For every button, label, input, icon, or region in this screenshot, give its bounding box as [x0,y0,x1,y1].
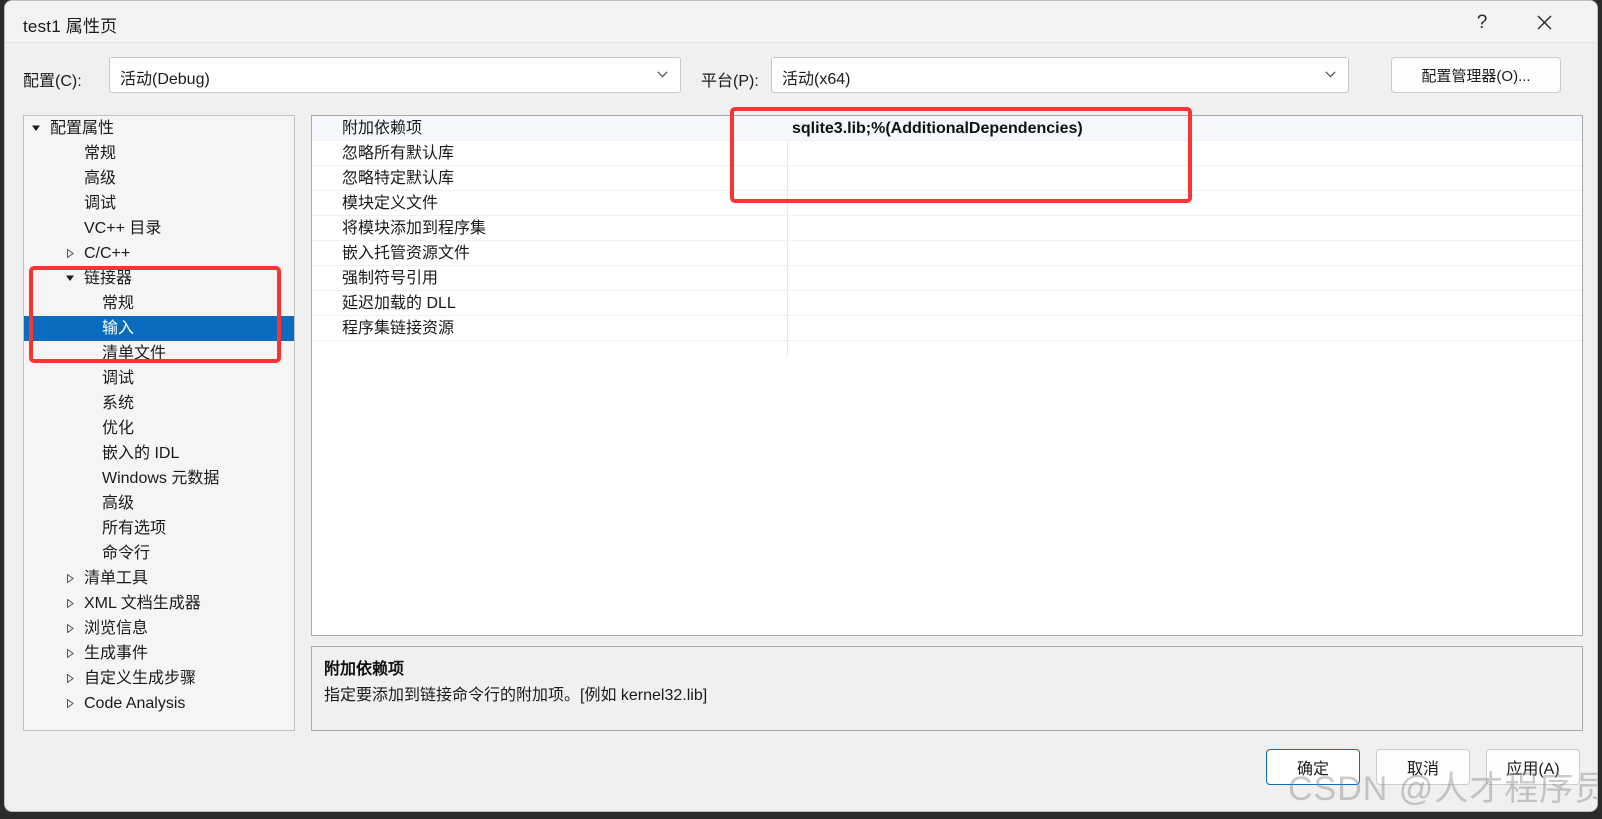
tree-item-label: 浏览信息 [84,620,149,637]
configuration-tree[interactable]: 配置属性 常规 高级 调试 VC++ 目录 C/C++ 链接器 常规 输入 清单文件 调试 系统 优化嵌… [23,115,295,731]
tree-item-label: Windows 元数据 [102,470,220,487]
tree-item-label: 常规 [84,145,117,162]
tree-item[interactable]: 高级 [24,491,294,516]
tree-item[interactable]: 优化 [24,416,294,441]
tree-item-label: 清单文件 [102,345,167,362]
tree-item-label: 自定义生成步骤 [84,670,197,687]
property-grid[interactable]: 附加依赖项 sqlite3.lib;%(AdditionalDependencie… [311,115,1583,636]
tree-item-label: 优化 [102,420,135,437]
screenshot-root: test1 属性页 ? 配置(C): 活动(Debug) 平台(P): 活动(x… [0,0,1602,819]
apply-button[interactable]: 应用(A) [1486,749,1580,785]
tree-item[interactable]: 配置属性 [24,116,294,141]
tree-item-label: 输入 [102,320,135,337]
close-button[interactable] [1521,1,1567,43]
help-button[interactable]: ? [1459,1,1505,43]
cancel-button[interactable]: 取消 [1376,749,1470,785]
tree-item[interactable]: 输入 [24,316,294,341]
property-row[interactable]: 延迟加载的 DLL [312,291,1582,316]
tree-item-label: 调试 [84,195,117,212]
property-row[interactable]: 将模块添加到程序集 [312,216,1582,241]
description-panel: 附加依赖项 指定要添加到链接命令行的附加项。[例如 kernel32.lib] [311,646,1583,731]
chevron-down-icon [1325,71,1336,78]
tree-item-label: XML 文档生成器 [84,595,201,612]
tree-item[interactable]: 链接器 [24,266,294,291]
configuration-bar: 配置(C): 活动(Debug) 平台(P): 活动(x64) 配置管理器(O)… [5,57,1597,97]
tree-item[interactable]: Code Analysis [24,691,294,716]
description-text: 指定要添加到链接命令行的附加项。[例如 kernel32.lib] [324,687,708,704]
configuration-manager-button[interactable]: 配置管理器(O)... [1391,57,1561,93]
close-x-icon [1536,14,1553,31]
tree-item[interactable]: 调试 [24,191,294,216]
tree-item[interactable]: 浏览信息 [24,616,294,641]
tree-item[interactable]: 所有选项 [24,516,294,541]
property-name: 程序集链接资源 [342,320,455,337]
configuration-value: 活动(Debug) [120,71,210,88]
tree-item[interactable]: XML 文档生成器 [24,591,294,616]
tree-item[interactable]: Windows 元数据 [24,466,294,491]
tree-item-label: VC++ 目录 [84,220,162,237]
property-pages-dialog: test1 属性页 ? 配置(C): 活动(Debug) 平台(P): 活动(x… [4,0,1598,812]
question-mark-icon: ? [1476,11,1488,33]
tree-item-label: 命令行 [102,545,151,562]
tree-item[interactable]: 常规 [24,141,294,166]
chevron-down-icon [657,71,668,78]
platform-value: 活动(x64) [782,71,851,88]
configuration-label: 配置(C): [23,73,82,90]
tree-item-label: 系统 [102,395,135,412]
property-name: 模块定义文件 [342,195,439,212]
tree-item[interactable]: 调试 [24,366,294,391]
tree-item-label: 调试 [102,370,135,387]
tree-item-label: 常规 [102,295,135,312]
property-name: 将模块添加到程序集 [342,220,487,237]
title-bar: test1 属性页 ? [5,1,1597,43]
property-row[interactable]: 嵌入托管资源文件 [312,241,1582,266]
tree-item[interactable]: 嵌入的 IDL [24,441,294,466]
tree-item[interactable]: 命令行 [24,541,294,566]
property-row[interactable]: 程序集链接资源 [312,316,1582,341]
tree-item[interactable]: 高级 [24,166,294,191]
property-name: 延迟加载的 DLL [342,295,456,312]
tree-item[interactable]: 系统 [24,391,294,416]
tree-item-label: 高级 [84,170,117,187]
tree-item-label: 链接器 [84,270,133,287]
tree-item-label: 所有选项 [102,520,167,537]
tree-item[interactable]: 生成事件 [24,641,294,666]
tree-item-label: 生成事件 [84,645,149,662]
property-value[interactable]: sqlite3.lib;%(AdditionalDependencies) [792,116,1083,141]
ok-button[interactable]: 确定 [1266,749,1360,785]
tree-item[interactable]: VC++ 目录 [24,216,294,241]
property-name: 附加依赖项 [342,120,423,137]
property-row[interactable]: 附加依赖项 sqlite3.lib;%(AdditionalDependencie… [312,116,1582,141]
platform-label: 平台(P): [701,73,759,90]
tree-item-label: C/C++ [84,245,131,262]
property-row[interactable]: 强制符号引用 [312,266,1582,291]
property-name: 忽略所有默认库 [342,145,455,162]
tree-item-label: Code Analysis [84,695,186,712]
tree-item[interactable]: C/C++ [24,241,294,266]
tree-item-label: 配置属性 [50,120,115,137]
property-row[interactable]: 模块定义文件 [312,191,1582,216]
property-name: 嵌入托管资源文件 [342,245,471,262]
property-name: 强制符号引用 [342,270,439,287]
configuration-select[interactable]: 活动(Debug) [109,57,681,93]
property-row[interactable]: 忽略所有默认库 [312,141,1582,166]
tree-item-label: 嵌入的 IDL [102,445,180,462]
platform-select[interactable]: 活动(x64) [771,57,1349,93]
description-title: 附加依赖项 [324,661,405,678]
tree-item-label: 清单工具 [84,570,149,587]
tree-item[interactable]: 清单工具 [24,566,294,591]
property-row[interactable]: 忽略特定默认库 [312,166,1582,191]
tree-item[interactable]: 常规 [24,291,294,316]
page-title: test1 属性页 [23,17,118,36]
property-name: 忽略特定默认库 [342,170,455,187]
tree-item-label: 高级 [102,495,135,512]
tree-item[interactable]: 自定义生成步骤 [24,666,294,691]
tree-item[interactable]: 清单文件 [24,341,294,366]
